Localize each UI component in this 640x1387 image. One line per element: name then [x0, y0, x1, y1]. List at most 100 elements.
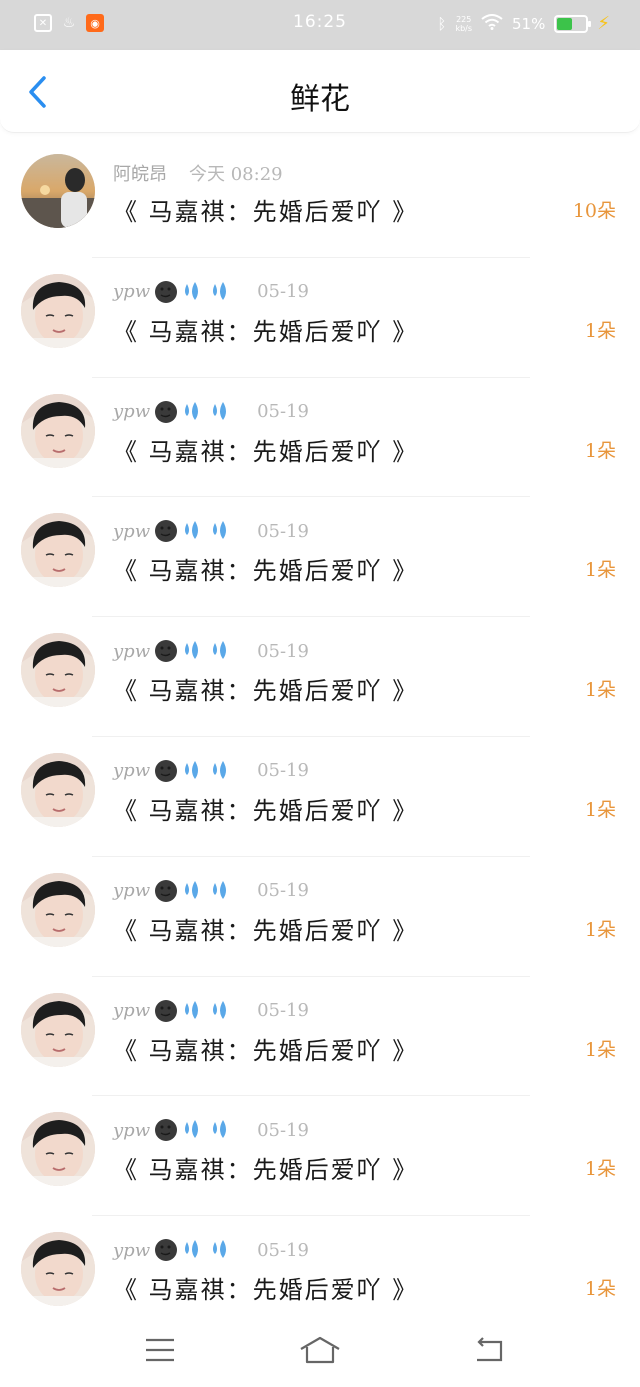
username-emoji	[153, 400, 237, 424]
flower-count: 1朵	[584, 918, 616, 941]
charging-bolt-icon: ⚡	[597, 13, 610, 34]
sweat-droplets-emoji	[185, 401, 227, 420]
avatar[interactable]	[21, 273, 95, 348]
book-title[interactable]: 《 马嘉祺：先婚后爱吖 》	[113, 312, 418, 347]
book-title[interactable]: 《 马嘉祺：先婚后爱吖 》	[113, 432, 418, 467]
username-emoji	[153, 759, 237, 783]
timestamp: 05-19	[257, 880, 309, 902]
username-emoji	[153, 639, 237, 663]
flower-count: 1朵	[584, 1038, 616, 1061]
bluetooth-icon: ᛒ	[437, 14, 447, 33]
flower-count: 1朵	[584, 439, 616, 462]
list-item[interactable]: ypw 05-19 《 马嘉祺：先婚后爱吖 》 1朵	[0, 1096, 640, 1217]
book-title[interactable]: 《 马嘉祺：先婚后爱吖 》	[113, 791, 418, 826]
avatar[interactable]	[21, 752, 95, 827]
avatar[interactable]	[21, 393, 95, 468]
sweat-droplets-emoji	[185, 281, 227, 300]
meta-line: ypw 05-19	[113, 759, 309, 783]
username-emoji	[153, 1118, 237, 1142]
book-title[interactable]: 《 马嘉祺：先婚后爱吖 》	[113, 1150, 418, 1185]
dark-moon-emoji	[155, 280, 178, 303]
timestamp: 今天 08:29	[189, 164, 283, 185]
avatar[interactable]	[21, 633, 95, 708]
timestamp: 05-19	[257, 1000, 309, 1022]
list-item[interactable]: ypw 05-19 《 马嘉祺：先婚后爱吖 》 1朵	[0, 857, 640, 977]
header: 鲜花	[0, 50, 640, 133]
username[interactable]: ypw	[113, 401, 150, 422]
network-speed: 225 kb/s	[455, 14, 473, 33]
avatar[interactable]	[21, 872, 95, 947]
username[interactable]: ypw	[113, 1000, 150, 1021]
book-title[interactable]: 《 马嘉祺：先婚后爱吖 》	[113, 671, 418, 706]
list-item[interactable]: ypw 05-19 《 马嘉祺：先婚后爱吖 》 1朵	[0, 617, 640, 737]
meta-line: ypw 05-19	[113, 400, 309, 424]
avatar[interactable]	[21, 1112, 95, 1187]
username[interactable]: ypw	[113, 521, 150, 542]
meta-line: ypw 05-19	[113, 639, 309, 663]
book-title[interactable]: 《 马嘉祺：先婚后爱吖 》	[113, 192, 418, 227]
sweat-droplets-emoji	[185, 760, 227, 779]
username[interactable]: ypw	[113, 1120, 150, 1141]
username[interactable]: 阿皖昂	[113, 160, 167, 186]
sweat-droplets-emoji	[185, 880, 227, 899]
list-item[interactable]: ypw 05-19 《 马嘉祺：先婚后爱吖 》 1朵	[0, 977, 640, 1097]
flower-count: 1朵	[584, 679, 616, 702]
list-item[interactable]: ypw 05-19 《 马嘉祺：先婚后爱吖 》 1朵	[0, 258, 640, 378]
timestamp: 05-19	[257, 1239, 309, 1261]
book-title[interactable]: 《 马嘉祺：先婚后爱吖 》	[113, 911, 418, 946]
home-button[interactable]	[298, 1332, 342, 1368]
sweat-droplets-emoji	[185, 641, 227, 660]
avatar[interactable]	[21, 1232, 95, 1307]
book-title[interactable]: 《 马嘉祺：先婚后爱吖 》	[113, 1270, 418, 1305]
dark-moon-emoji	[155, 759, 178, 782]
timestamp: 05-19	[257, 1119, 309, 1141]
flower-count: 10朵	[572, 200, 616, 222]
sweat-droplets-emoji	[185, 1000, 227, 1019]
book-title[interactable]: 《 马嘉祺：先婚后爱吖 》	[113, 551, 418, 586]
wifi-icon	[481, 13, 503, 34]
username[interactable]: ypw	[113, 281, 150, 302]
menu-button[interactable]	[138, 1332, 182, 1368]
sweat-droplets-emoji	[185, 1240, 227, 1259]
list-item[interactable]: 阿皖昂 今天 08:29 《 马嘉祺：先婚后爱吖 》 10朵	[0, 138, 640, 258]
username[interactable]: ypw	[113, 880, 150, 901]
dark-moon-emoji	[155, 1119, 178, 1142]
timestamp: 05-19	[257, 640, 309, 662]
dark-moon-emoji	[155, 640, 178, 663]
timestamp: 05-19	[257, 401, 309, 423]
meta-line: ypw 05-19	[113, 1238, 309, 1262]
list-item[interactable]: ypw 05-19 《 马嘉祺：先婚后爱吖 》 1朵	[0, 497, 640, 618]
username-emoji	[153, 879, 237, 903]
flower-list: 阿皖昂 今天 08:29 《 马嘉祺：先婚后爱吖 》 10朵 ypw 05-19 《 马嘉祺…	[0, 138, 640, 1336]
back-icon	[477, 1337, 503, 1362]
back-nav-button[interactable]	[466, 1332, 510, 1368]
dark-moon-emoji	[155, 879, 178, 902]
flower-count: 1朵	[584, 319, 616, 342]
book-title[interactable]: 《 马嘉祺：先婚后爱吖 》	[113, 1031, 418, 1066]
avatar[interactable]	[21, 154, 95, 228]
list-item[interactable]: ypw 05-19 《 马嘉祺：先婚后爱吖 》 1朵	[0, 737, 640, 857]
flower-count: 1朵	[584, 798, 616, 821]
username[interactable]: ypw	[113, 760, 150, 781]
avatar[interactable]	[21, 513, 95, 588]
dark-moon-emoji	[155, 400, 178, 423]
list-item[interactable]: ypw 05-19 《 马嘉祺：先婚后爱吖 》 1朵	[0, 378, 640, 498]
username-emoji	[153, 280, 237, 304]
system-nav-bar	[0, 1318, 640, 1387]
status-right-icons: ᛒ 225 kb/s 51% ⚡	[437, 13, 610, 34]
home-icon	[300, 1336, 340, 1364]
page-title: 鲜花	[290, 82, 350, 117]
meta-line: ypw 05-19	[113, 879, 309, 903]
meta-line: ypw 05-19	[113, 280, 309, 304]
dark-moon-emoji	[155, 520, 178, 543]
username-emoji	[153, 519, 237, 543]
username[interactable]: ypw	[113, 641, 150, 662]
flower-count: 1朵	[584, 559, 616, 582]
battery-icon	[554, 14, 592, 33]
timestamp: 05-19	[257, 760, 309, 782]
username[interactable]: ypw	[113, 1240, 150, 1261]
dark-moon-emoji	[155, 1239, 178, 1262]
meta-line: ypw 05-19	[113, 519, 309, 543]
sweat-droplets-emoji	[185, 521, 227, 540]
avatar[interactable]	[21, 992, 95, 1067]
